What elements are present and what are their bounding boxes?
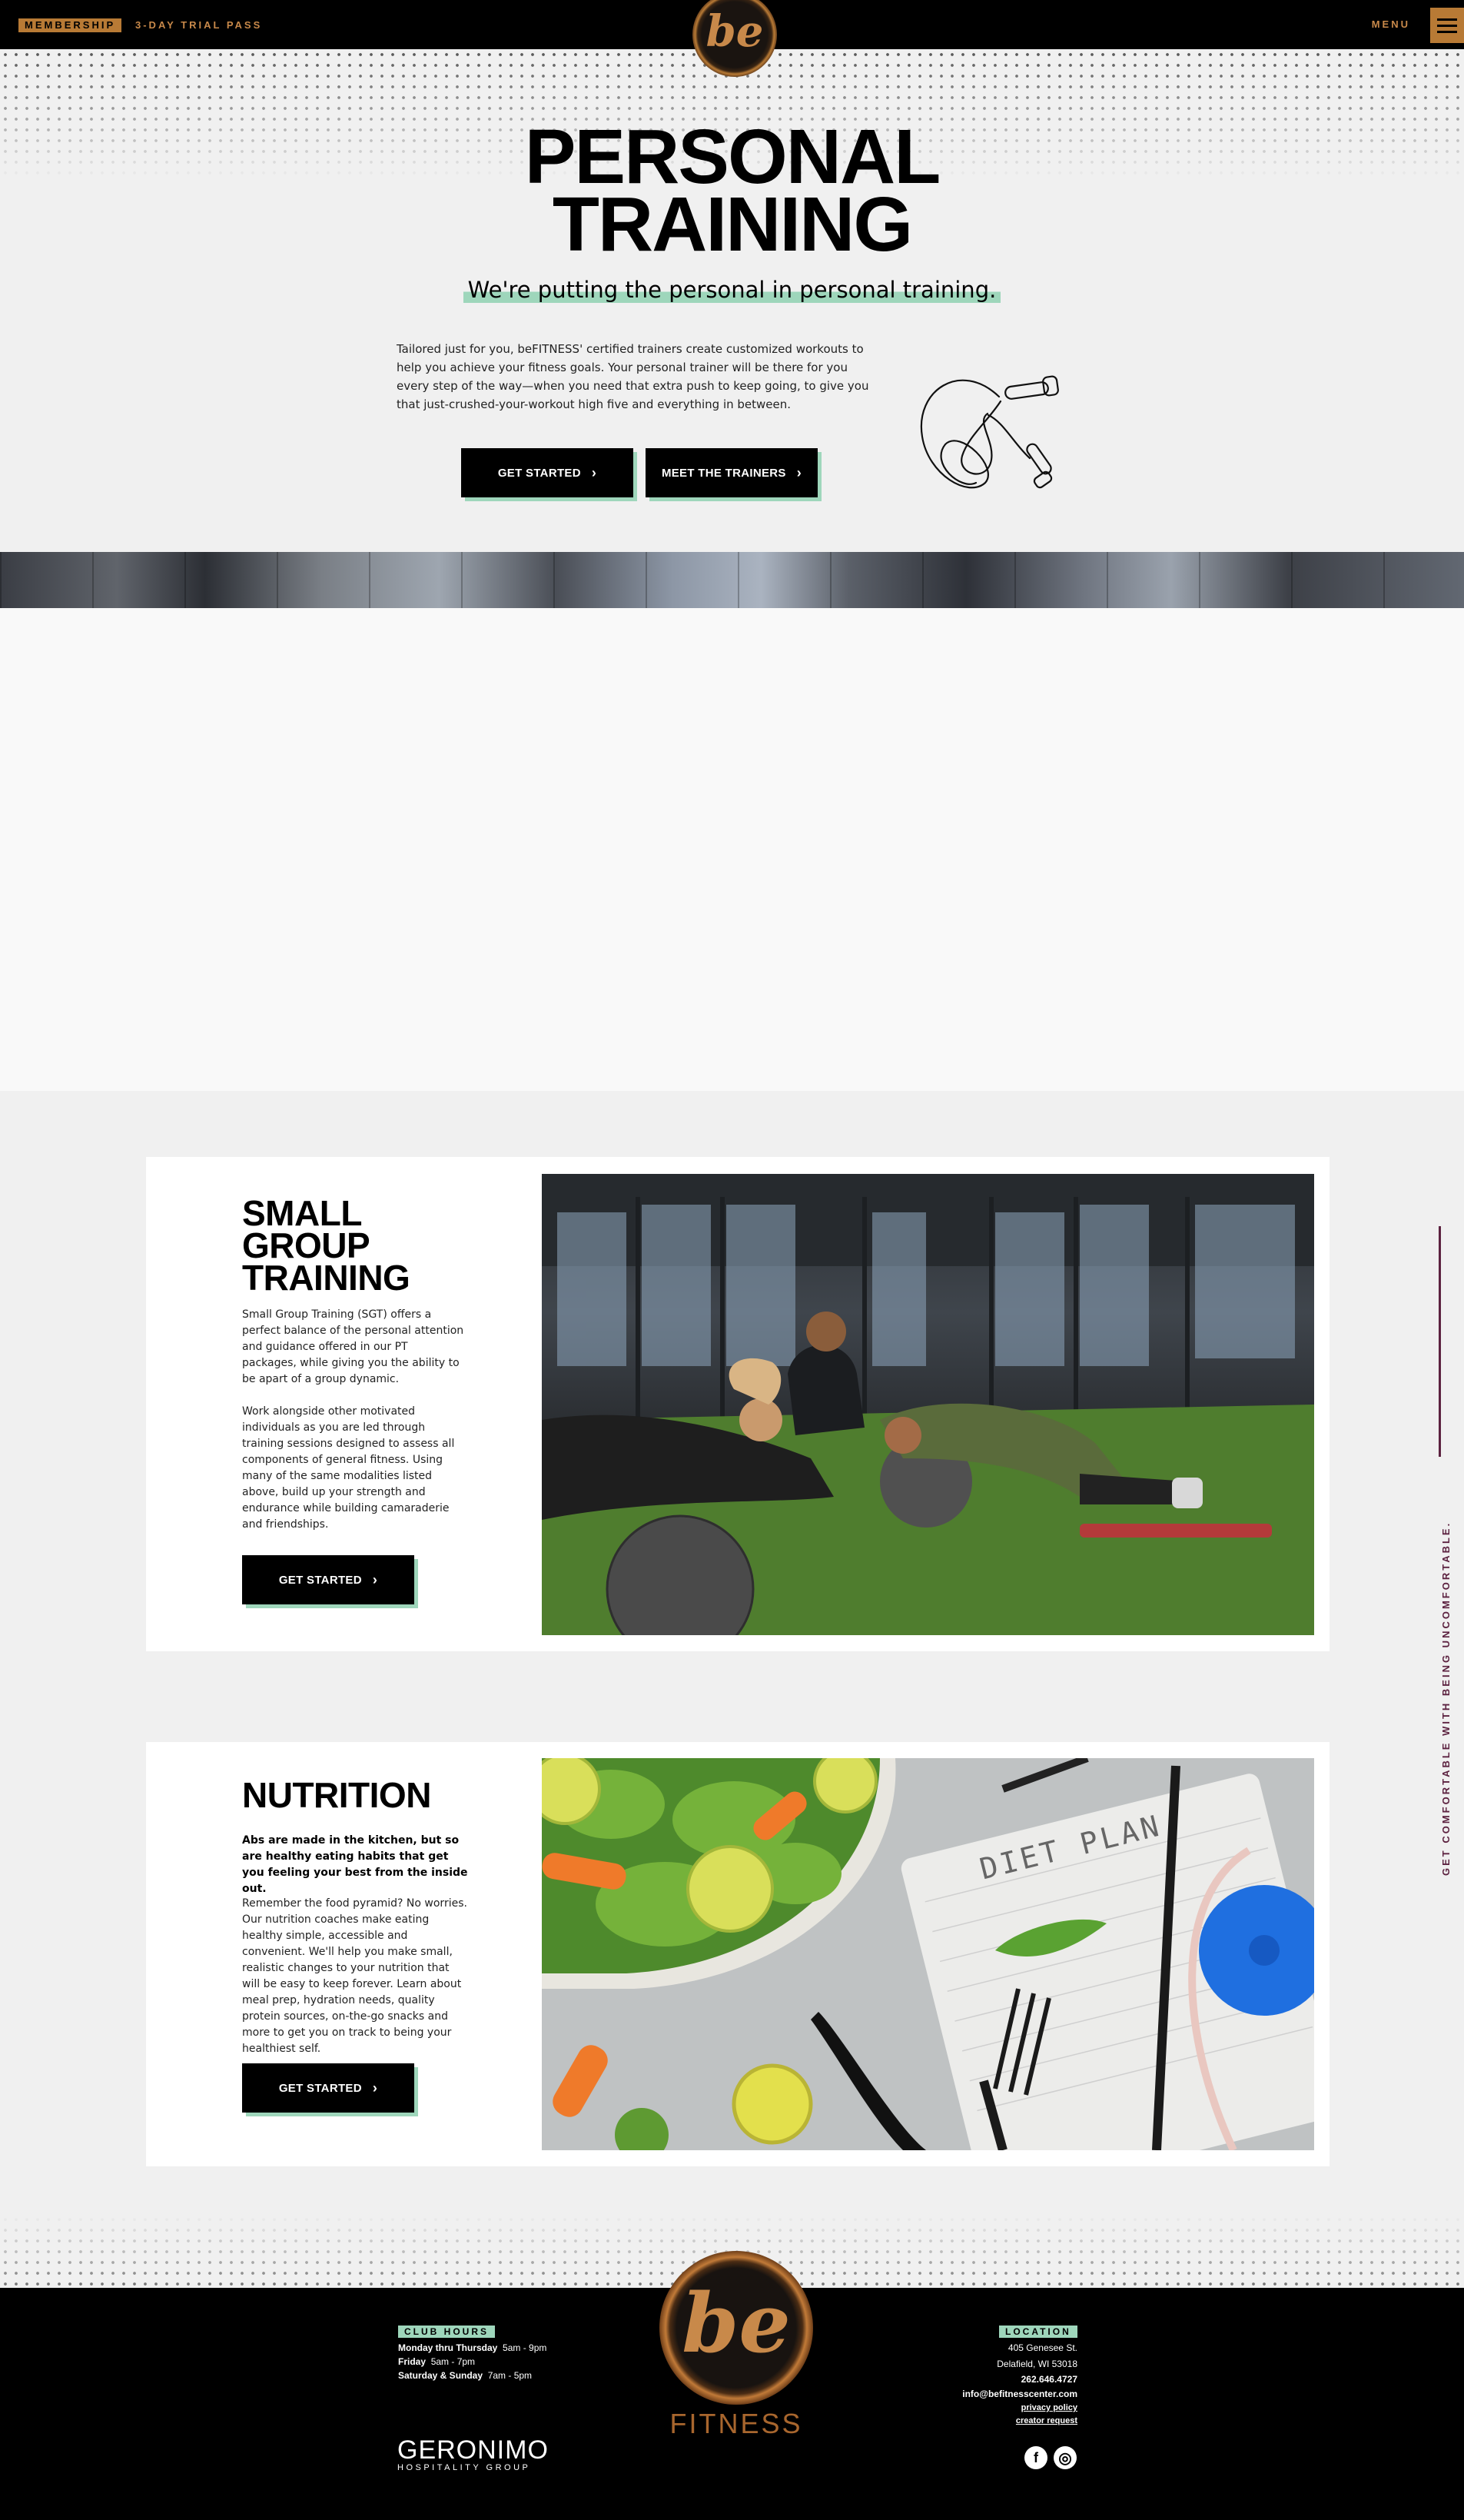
gym-scene-illustration [542,1174,1314,1635]
geronimo-subtitle: HOSPITALITY GROUP [397,2463,531,2472]
sgt-get-started-button[interactable]: GET STARTED › [242,1555,414,1604]
fitness-wordmark: FITNESS [669,2408,803,2439]
city-address: Delafield, WI 53018 [997,2359,1077,2369]
sgt-title-line-1: SMALL [242,1193,362,1233]
nutrition-lead: Abs are made in the kitchen, but so are … [242,1834,468,1895]
jump-rope-illustration [920,375,1059,489]
meet-trainers-label: MEET THE TRAINERS [661,466,786,480]
creator-request-link[interactable]: creator request [1016,2414,1077,2428]
hours-row: Saturday & Sunday 7am - 5pm [398,2369,532,2382]
diet-plan-illustration: DIET PLAN [542,1758,1314,2150]
location-label: LOCATION [999,2326,1077,2338]
phone-link[interactable]: 262.646.4727 [1021,2372,1077,2386]
content-placeholder [0,608,1464,1091]
meet-trainers-button[interactable]: MEET THE TRAINERS › [646,448,818,497]
hours-days: Saturday & Sunday [398,2370,483,2381]
menu-label[interactable]: MENU [1372,18,1410,32]
geronimo-logo[interactable]: GERONIMO HOSPITALITY GROUP [397,2437,549,2473]
get-started-label: GET STARTED [497,466,581,480]
page-title-line-1: PERSONAL [524,114,941,200]
chevron-right-icon: › [796,464,802,480]
sgt-paragraph-2: Work alongside other motivated individua… [242,1405,455,1531]
page-title-line-2: TRAINING [552,181,913,268]
side-accent-line [1439,1226,1441,1457]
hours-row: Monday thru Thursday 5am - 9pm [398,2341,546,2355]
page-title: PERSONAL TRAINING [0,114,1464,268]
hours-row: Friday 5am - 7pm [398,2355,475,2369]
nutrition-get-started-label: GET STARTED [278,2081,362,2095]
sgt-title: SMALL GROUP TRAINING [242,1193,473,1298]
hamburger-menu-icon[interactable] [1430,8,1464,43]
small-group-training-photo [542,1174,1314,1635]
chevron-right-icon: › [591,464,597,480]
geronimo-wordmark: GERONIMO [397,2435,549,2465]
befitness-footer-logo[interactable]: be [659,2251,813,2405]
hours-time: 5am - 7pm [430,2356,476,2367]
side-tagline: GET COMFORTABLE WITH BEING UNCOMFORTABLE… [1440,1521,1452,1876]
hours-time: 7am - 5pm [487,2370,533,2381]
instagram-icon[interactable]: ◎ [1054,2446,1077,2469]
logo-text: be [705,6,764,57]
sgt-get-started-label: GET STARTED [278,1573,362,1587]
nutrition-paragraph: Remember the food pyramid? No worries. O… [242,1897,467,2055]
nutrition-photo: DIET PLAN [542,1758,1314,2150]
trial-pass-link[interactable]: 3-DAY TRIAL PASS [135,18,262,32]
street-address: 405 Genesee St. [1008,2342,1077,2353]
footer-logo-text: be [682,2274,791,2371]
privacy-policy-link[interactable]: privacy policy [1021,2401,1077,2415]
sgt-paragraph-1: Small Group Training (SGT) offers a perf… [242,1308,464,1385]
hero-description: Tailored just for you, beFITNESS' certif… [397,342,869,411]
get-started-button[interactable]: GET STARTED › [461,448,633,497]
sgt-title-line-2: GROUP [242,1225,370,1265]
trainers-photo-strip [0,552,1464,608]
nutrition-title: NUTRITION [242,1775,431,1815]
hours-days: Friday [398,2356,427,2367]
chevron-right-icon: › [372,2079,378,2096]
membership-link[interactable]: MEMBERSHIP [18,18,122,32]
sgt-title-line-3: TRAINING [242,1258,410,1298]
chevron-right-icon: › [372,1571,378,1587]
hours-time: 5am - 9pm [503,2342,547,2353]
hero-subtitle-text: We're putting the personal in personal t… [463,277,1001,303]
email-link[interactable]: info@befitnesscenter.com [962,2387,1077,2401]
hours-days: Monday thru Thursday [398,2342,498,2353]
facebook-icon[interactable]: f [1024,2446,1047,2469]
hero-subtitle: We're putting the personal in personal t… [0,277,1464,303]
club-hours-label: CLUB HOURS [398,2326,495,2338]
nutrition-get-started-button[interactable]: GET STARTED › [242,2063,414,2113]
